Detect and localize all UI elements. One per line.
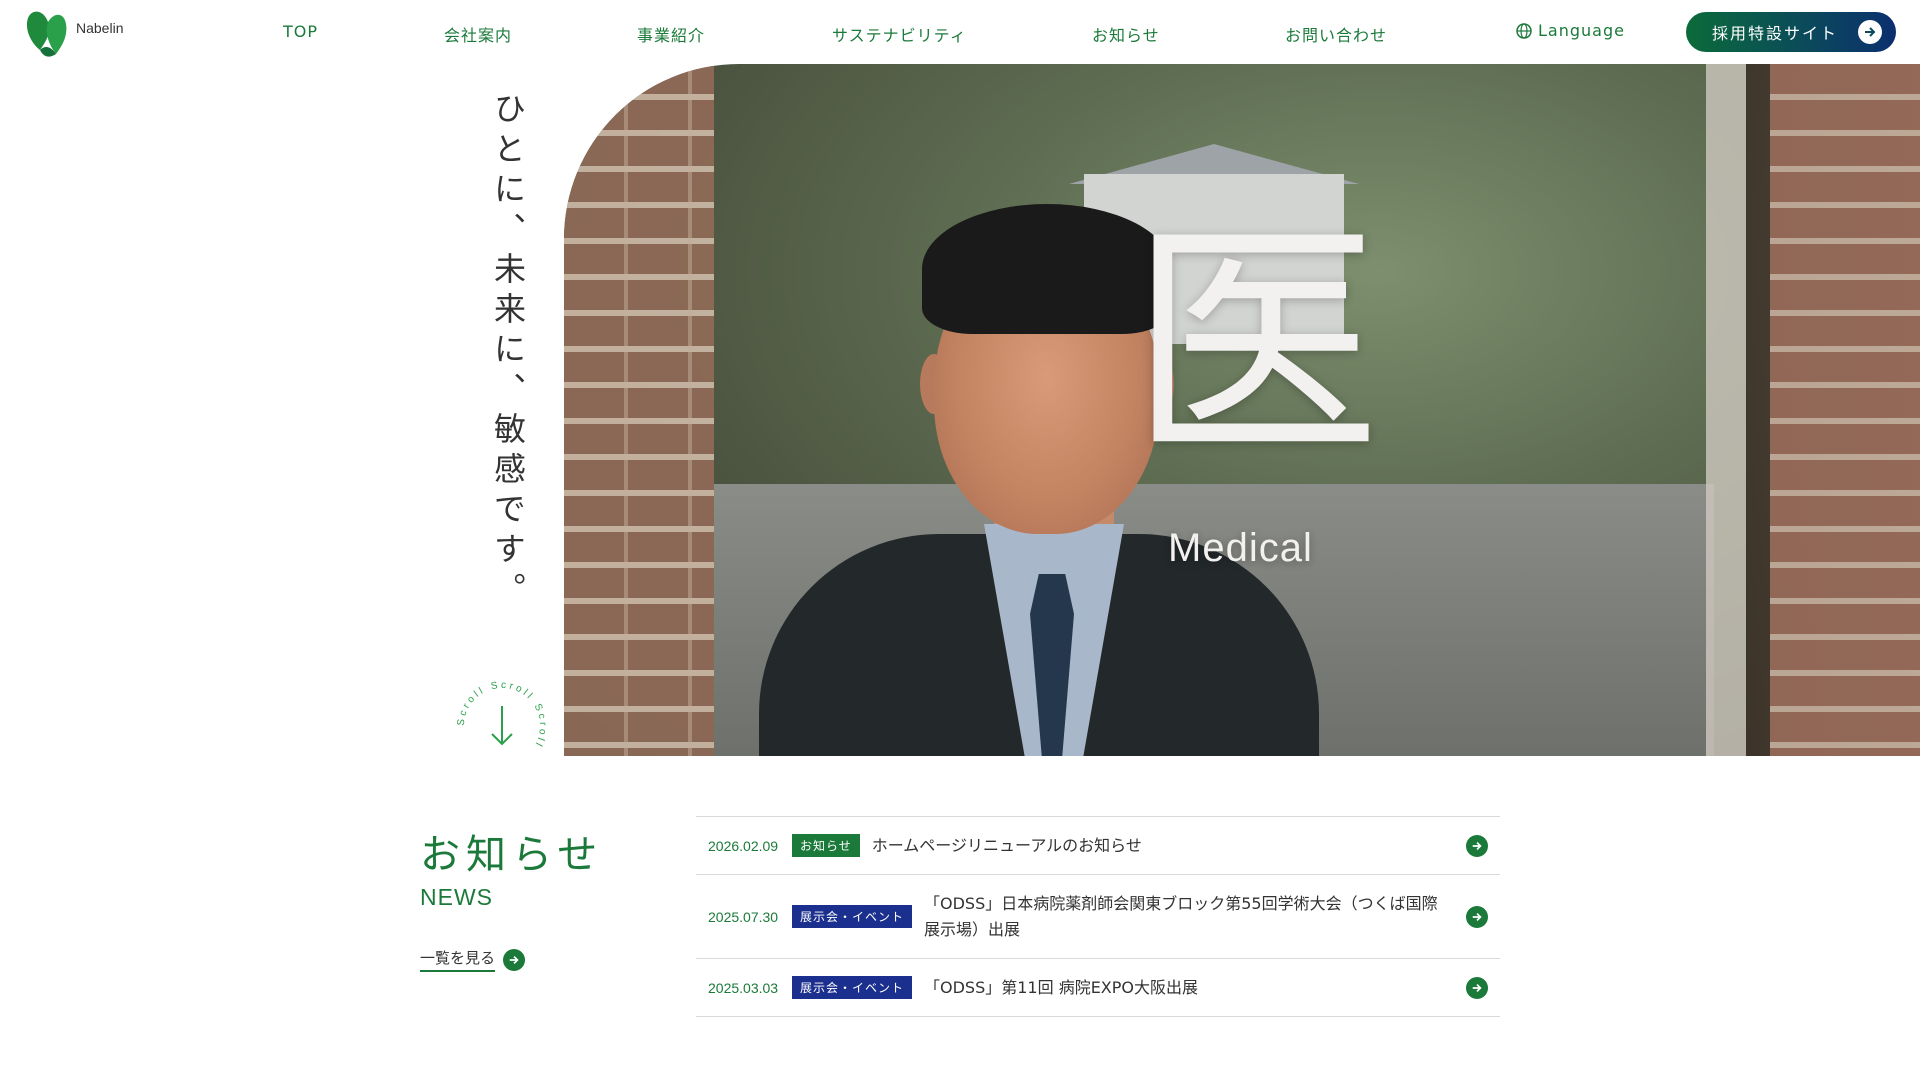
news-more-label: 一覧を見る	[420, 947, 496, 972]
news-date: 2025.03.03	[708, 979, 779, 996]
scroll-indicator[interactable]: Scroll Scroll Scroll	[452, 676, 552, 776]
hero-kanji-en: Medical	[1168, 526, 1313, 570]
nav-top[interactable]: TOP	[283, 22, 318, 41]
arrow-right-icon	[1466, 905, 1488, 928]
hero-kanji: 医	[1130, 199, 1380, 490]
nav-contact[interactable]: お問い合わせ	[1285, 22, 1387, 46]
news-text: 「ODSS」第11回 病院EXPO大阪出展	[924, 977, 1199, 997]
news-tag: 展示会・イベント	[792, 905, 913, 928]
arrow-right-icon	[1466, 834, 1488, 857]
arrow-right-icon	[503, 948, 526, 971]
language-label: Language	[1538, 21, 1625, 40]
news-text: 「ODSS」日本病院薬剤師会関東ブロック第55回学術大会（つくば国際展示場）出展	[924, 893, 1438, 939]
nav-sustainability[interactable]: サステナビリティ	[832, 22, 967, 46]
recruit-label: 採用特設サイト	[1712, 24, 1839, 43]
news-more-link[interactable]: 一覧を見る	[420, 947, 526, 972]
news-tag: 展示会・イベント	[792, 976, 913, 999]
news-text: ホームページリニューアルのお知らせ	[871, 835, 1142, 855]
logo-text: Nabelin	[76, 20, 124, 36]
news-subtitle: NEWS	[420, 884, 493, 910]
nav-business[interactable]: 事業紹介	[637, 22, 705, 46]
language-switcher[interactable]: Language	[1516, 21, 1625, 40]
news-item[interactable]: 2026.02.09 お知らせ ホームページリニューアルのお知らせ	[696, 817, 1500, 875]
hero-tagline: ひとに、未来に、敏感です。	[489, 92, 527, 612]
news-tag: お知らせ	[792, 834, 860, 857]
news-date: 2025.07.30	[708, 908, 779, 925]
site-header: Nabelin TOP 会社案内 事業紹介 サステナビリティ お知らせ お問い合…	[0, 0, 1920, 64]
news-list: 2026.02.09 お知らせ ホームページリニューアルのお知らせ 2025.0…	[696, 816, 1500, 1017]
news-item[interactable]: 2025.03.03 展示会・イベント 「ODSS」第11回 病院EXPO大阪出…	[696, 959, 1500, 1017]
arrow-down-icon	[491, 706, 513, 746]
logo[interactable]: Nabelin	[22, 4, 132, 60]
nav-news[interactable]: お知らせ	[1092, 22, 1160, 46]
news-date: 2026.02.09	[708, 837, 779, 854]
recruit-site-button[interactable]: 採用特設サイト	[1686, 12, 1896, 52]
nav-company[interactable]: 会社案内	[444, 22, 512, 46]
arrow-right-icon	[1466, 976, 1488, 999]
arrow-right-icon	[1858, 20, 1882, 44]
news-item[interactable]: 2025.07.30 展示会・イベント 「ODSS」日本病院薬剤師会関東ブロック…	[696, 875, 1500, 959]
globe-icon	[1516, 22, 1532, 39]
news-title: お知らせ	[420, 832, 604, 878]
logo-leaf-icon	[26, 11, 67, 57]
